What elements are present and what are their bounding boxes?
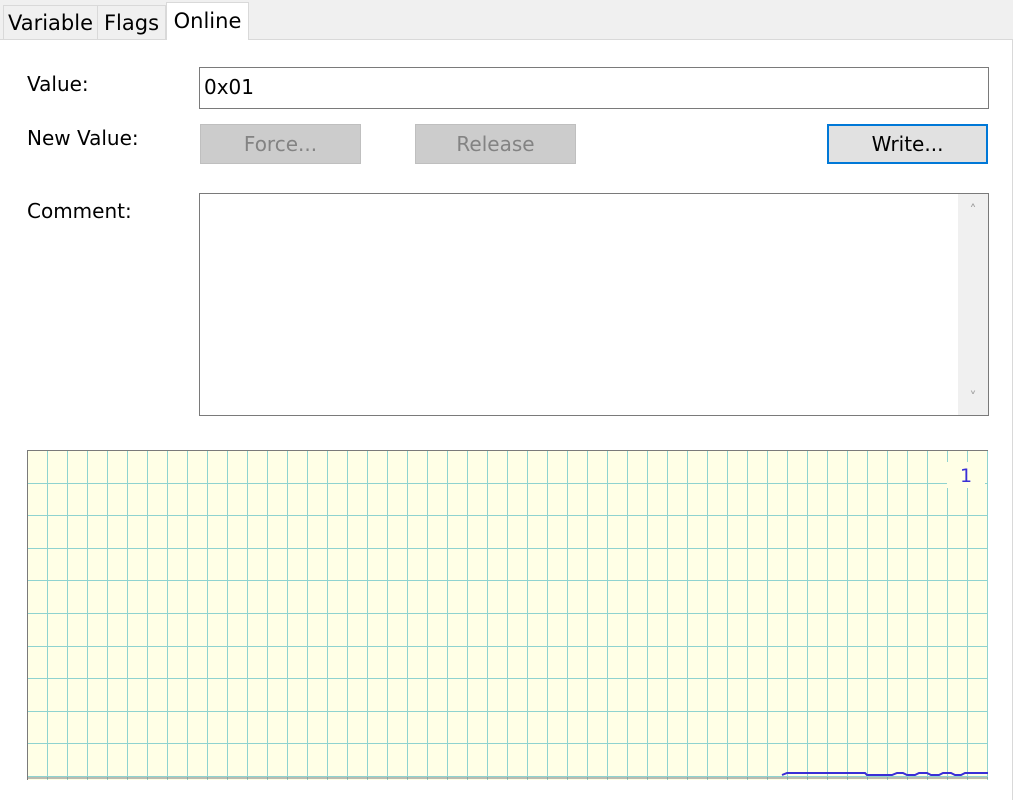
write-button[interactable]: Write... — [827, 124, 988, 164]
value-label: Value: — [27, 72, 89, 96]
trend-scale-label: 1 — [960, 465, 972, 487]
comment-label: Comment: — [27, 199, 132, 223]
scroll-down-icon[interactable]: ˅ — [958, 383, 988, 413]
tab-flags[interactable]: Flags — [97, 5, 166, 39]
comment-scrollbar[interactable]: ˄ ˅ — [958, 194, 988, 415]
release-button[interactable]: Release — [415, 124, 576, 164]
value-field[interactable]: 0x01 — [199, 67, 989, 109]
force-button[interactable]: Force... — [200, 124, 361, 164]
scroll-up-icon[interactable]: ˄ — [958, 196, 988, 226]
comment-textarea[interactable]: ˄ ˅ — [199, 193, 989, 416]
trend-chart: 1 — [27, 450, 988, 780]
tab-online[interactable]: Online — [166, 2, 249, 40]
new-value-label: New Value: — [27, 126, 139, 150]
tab-bar: Variable Flags Online — [0, 0, 1013, 40]
tab-variable[interactable]: Variable — [3, 5, 98, 39]
